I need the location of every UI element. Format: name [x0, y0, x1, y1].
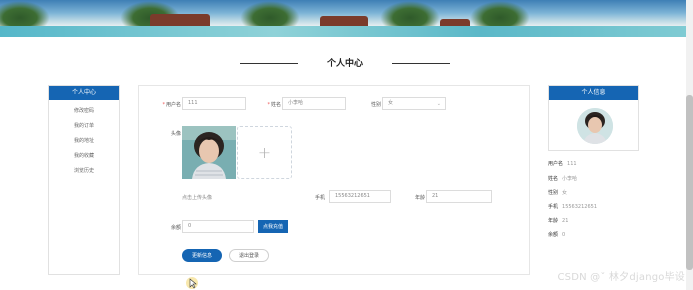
profile-field-gender: 性别女	[548, 190, 568, 196]
sidebar-item-my-address[interactable]: 我的地址	[49, 134, 119, 149]
sidebar-header[interactable]: 个人中心	[49, 86, 119, 100]
balance-label: 余额	[170, 225, 181, 231]
csdn-watermark: CSDN @ˇ 林夕django毕设	[557, 272, 685, 283]
avatar-label: 头像	[170, 131, 181, 137]
cursor-icon	[186, 275, 198, 290]
sidebar-item-my-orders[interactable]: 我的订单	[49, 119, 119, 134]
profile-field-phone: 手机 15563212651	[548, 204, 598, 210]
phone-label: 手机	[314, 195, 325, 201]
age-label: 年龄	[414, 195, 425, 201]
page-title-block: 个人中心	[240, 55, 450, 71]
phone-input[interactable]: 15563212651	[329, 190, 391, 203]
logout-button[interactable]: 退出登录	[229, 249, 269, 262]
name-input[interactable]: 小李哈	[282, 97, 346, 110]
profile-card: 个人信息	[548, 85, 639, 151]
sidebar-item-change-password[interactable]: 修改密码	[49, 104, 119, 119]
balance-input[interactable]: 0	[182, 220, 254, 233]
gender-label: 性别	[370, 102, 381, 108]
header-banner-image	[0, 0, 686, 37]
profile-field-name: 姓名 小李哈	[548, 176, 578, 182]
profile-form: *用户名 111 *姓名 小李哈 性别 女 ⌄ 头像 + 点击上传头像 手机 1…	[138, 85, 530, 275]
avatar-image	[182, 126, 236, 179]
name-label: *姓名	[267, 102, 281, 108]
profile-field-balance: 余额 0	[548, 232, 566, 238]
sidebar: 个人中心 修改密码 我的订单 我的地址 我的收藏 浏览历史	[48, 85, 120, 275]
sidebar-menu: 修改密码 我的订单 我的地址 我的收藏 浏览历史	[49, 100, 119, 179]
palm-tree	[380, 1, 440, 29]
palm-tree	[0, 1, 50, 29]
profile-card-header: 个人信息	[549, 86, 638, 100]
profile-avatar	[577, 108, 613, 144]
username-label: *用户名	[162, 102, 181, 108]
username-input[interactable]: 111	[182, 97, 246, 110]
avatar-upload-box[interactable]: +	[237, 126, 292, 179]
gender-select-value: 女	[388, 100, 394, 106]
palm-tree	[240, 1, 300, 29]
chevron-down-icon: ⌄	[436, 101, 441, 107]
title-divider-right	[392, 63, 450, 64]
profile-field-age: 年龄 21	[548, 218, 569, 224]
update-info-button[interactable]: 更新信息	[182, 249, 222, 262]
plus-icon: +	[257, 143, 272, 162]
sidebar-item-my-favorites[interactable]: 我的收藏	[49, 149, 119, 164]
palm-tree	[470, 1, 530, 29]
upload-avatar-hint[interactable]: 点击上传头像	[182, 194, 212, 201]
gender-select[interactable]: 女 ⌄	[382, 97, 446, 110]
sidebar-item-history[interactable]: 浏览历史	[49, 164, 119, 179]
scrollbar-thumb[interactable]	[686, 95, 693, 270]
recharge-button[interactable]: 点我充值	[258, 220, 288, 233]
age-input[interactable]: 21	[426, 190, 492, 203]
sea	[0, 26, 686, 37]
profile-field-username: 用户名 111	[548, 161, 577, 167]
page-scrollbar[interactable]	[686, 0, 693, 290]
